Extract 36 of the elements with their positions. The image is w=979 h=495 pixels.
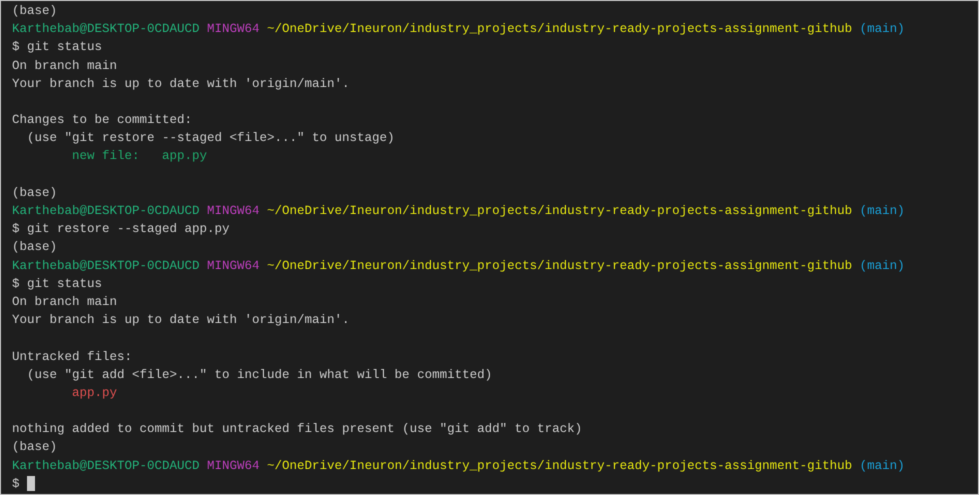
output-line: Untracked files:: [12, 348, 132, 366]
output-line: nothing added to commit but untracked files present (use "git add" to track): [12, 421, 582, 438]
output-line: (base): [12, 2, 58, 20]
output-line: Changes to be committed:: [12, 112, 192, 130]
user-host: Karthebab@DESKTOP-0CDAUCD: [12, 21, 200, 38]
branch-name: (main): [860, 258, 905, 275]
hint-line: (use "git restore --staged <file>..." to unstage): [27, 130, 395, 148]
directory-path: ~/OneDrive/Ineuron/industry_projects/industry-ready-projects-assignment-github: [267, 21, 852, 38]
branch-name: (main): [860, 458, 905, 475]
command-line: $ git restore --staged app.py: [12, 221, 230, 238]
shell-name: MINGW64: [207, 203, 260, 220]
output-line: (base): [12, 239, 58, 256]
output-line: Your branch is up to date with 'origin/main'.: [12, 76, 350, 93]
hint-line: (use "git add <file>..." to include in what will be committed): [27, 366, 492, 384]
directory-path: ~/OneDrive/Ineuron/industry_projects/industry-ready-projects-assignment-github: [267, 258, 852, 275]
user-host: Karthebab@DESKTOP-0CDAUCD: [12, 258, 200, 275]
cursor-icon: [27, 476, 36, 492]
command-line: $ git status: [12, 276, 102, 293]
shell-name: MINGW64: [207, 458, 260, 475]
output-line: On branch main: [12, 58, 118, 75]
output-line: (base): [12, 184, 58, 202]
directory-path: ~/OneDrive/Ineuron/industry_projects/industry-ready-projects-assignment-github: [267, 458, 852, 475]
shell-name: MINGW64: [207, 21, 260, 38]
directory-path: ~/OneDrive/Ineuron/industry_projects/industry-ready-projects-assignment-github: [267, 203, 852, 220]
user-host: Karthebab@DESKTOP-0CDAUCD: [12, 458, 200, 475]
output-line: On branch main: [12, 294, 118, 311]
branch-name: (main): [860, 203, 905, 220]
command-line: $ git status: [12, 39, 102, 56]
branch-name: (main): [860, 21, 905, 38]
shell-name: MINGW64: [207, 258, 260, 275]
output-line: Your branch is up to date with 'origin/main'.: [12, 312, 350, 330]
staged-file-line: new file: app.py: [72, 148, 208, 166]
untracked-file-line: app.py: [72, 384, 118, 402]
user-host: Karthebab@DESKTOP-0CDAUCD: [12, 203, 200, 220]
output-line: (base): [12, 439, 58, 456]
prompt-sign: $: [12, 476, 20, 493]
